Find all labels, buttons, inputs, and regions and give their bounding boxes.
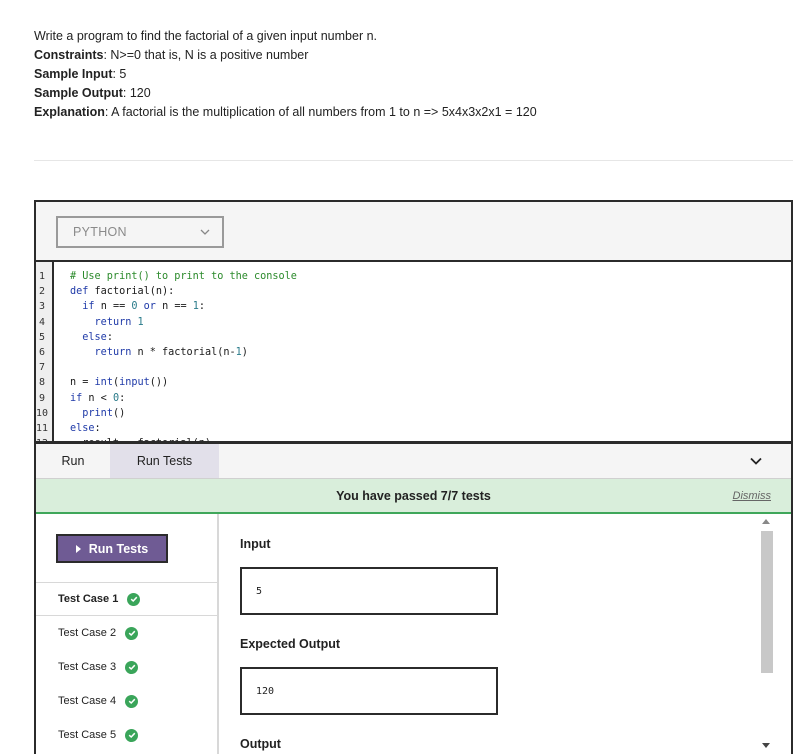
runner-tabs: Run Run Tests: [36, 444, 791, 479]
code-ide: PYTHON 1 2 3 4 5 6 7 8 9 10 11 12 # Use …: [34, 200, 793, 754]
constraints-line: Constraints: N>=0 that is, N is a positi…: [34, 46, 794, 65]
code-line[interactable]: result = factorial(n): [70, 436, 297, 441]
scrollbar-thumb[interactable]: [761, 531, 773, 673]
code-line[interactable]: return 1: [70, 315, 297, 330]
check-circle-icon: [125, 660, 139, 674]
play-icon: [75, 544, 81, 553]
line-number: 5: [39, 331, 46, 343]
check-circle-icon: [125, 626, 139, 640]
test-status-banner: You have passed 7/7 tests Dismiss: [36, 479, 791, 514]
line-number: 4: [39, 316, 46, 328]
code-content[interactable]: # Use print() to print to the console def…: [70, 269, 297, 441]
line-number-gutter: 1 2 3 4 5 6 7 8 9 10 11 12: [36, 262, 54, 441]
code-line[interactable]: if n == 0 or n == 1:: [70, 299, 297, 314]
line-number: 6: [39, 347, 46, 358]
dismiss-link[interactable]: Dismiss: [733, 490, 772, 502]
language-bar: PYTHON: [36, 202, 791, 262]
explanation-text: : A factorial is the multiplication of a…: [104, 105, 537, 119]
test-case-label: Test Case 3: [58, 661, 117, 673]
section-divider: [34, 160, 793, 161]
sample-output-text: : 120: [122, 86, 151, 100]
expected-output-box: 120: [240, 667, 498, 715]
constraints-label: Constraints: [34, 48, 104, 62]
test-case-item[interactable]: Test Case 5: [36, 718, 217, 752]
test-case-label: Test Case 2: [58, 627, 117, 639]
line-number: 9: [39, 392, 46, 404]
code-line[interactable]: print(): [70, 406, 297, 421]
input-value: 5: [256, 585, 263, 597]
test-results-panel: Run Tests Test Case 1 Test Case 2 Test C…: [36, 514, 791, 754]
check-circle-icon: [125, 694, 139, 708]
line-number: 7: [39, 362, 46, 374]
sample-output-line: Sample Output: 120: [34, 84, 794, 103]
explanation-label: Explanation: [34, 105, 105, 119]
language-select-value: PYTHON: [73, 225, 127, 239]
results-scrollbar[interactable]: [757, 514, 775, 754]
test-case-item[interactable]: Test Case 2: [36, 616, 217, 650]
line-number: 2: [39, 286, 46, 298]
code-line[interactable]: else:: [70, 330, 297, 345]
sample-input-text: : 5: [112, 67, 127, 81]
chevron-down-icon[interactable]: [749, 454, 763, 468]
sample-output-label: Sample Output: [34, 86, 123, 100]
input-value-box: 5: [240, 567, 498, 615]
run-tests-button-label: Run Tests: [88, 541, 149, 556]
line-number: 11: [36, 423, 49, 434]
expected-output-label: Expected Output: [240, 637, 341, 651]
line-number: 3: [39, 301, 46, 313]
sample-input-line: Sample Input: 5: [34, 65, 794, 84]
explanation-line: Explanation: A factorial is the multipli…: [34, 103, 794, 122]
line-number: 1: [39, 271, 46, 282]
code-editor[interactable]: 1 2 3 4 5 6 7 8 9 10 11 12 # Use print()…: [36, 262, 791, 444]
test-case-detail: Input 5 Expected Output 120 Output: [219, 514, 775, 754]
sample-input-label: Sample Input: [34, 67, 113, 81]
code-line[interactable]: def factorial(n):: [70, 284, 297, 299]
code-line[interactable]: else:: [70, 421, 297, 436]
code-line[interactable]: n = int(input()): [70, 375, 297, 390]
tab-run[interactable]: Run: [36, 444, 110, 478]
line-number: 8: [39, 377, 46, 389]
test-case-item[interactable]: Test Case 1: [36, 582, 217, 616]
problem-description: Write a program to find the factorial of…: [34, 27, 794, 122]
tab-run-tests[interactable]: Run Tests: [110, 444, 219, 478]
language-select[interactable]: PYTHON: [56, 216, 224, 248]
scroll-down-arrow[interactable]: [762, 743, 770, 748]
status-message: You have passed 7/7 tests: [336, 488, 491, 503]
line-number: 10: [36, 407, 49, 419]
check-circle-icon: [125, 728, 139, 742]
chevron-down-icon: [200, 229, 210, 235]
code-line[interactable]: ​: [70, 360, 297, 375]
scroll-up-arrow[interactable]: [762, 519, 770, 524]
test-case-item[interactable]: Test Case 4: [36, 684, 217, 718]
output-label: Output: [240, 737, 281, 751]
code-line[interactable]: return n * factorial(n-1): [70, 345, 297, 360]
code-line[interactable]: if n < 0:: [70, 391, 297, 406]
problem-statement: Write a program to find the factorial of…: [34, 29, 378, 43]
check-circle-icon: [127, 592, 141, 606]
line-number: 12: [36, 438, 49, 444]
input-label: Input: [240, 537, 271, 551]
test-case-label: Test Case 4: [58, 695, 117, 707]
code-line[interactable]: # Use print() to print to the console: [70, 269, 297, 284]
test-case-item[interactable]: Test Case 3: [36, 650, 217, 684]
test-case-label: Test Case 5: [58, 729, 117, 741]
run-tests-button[interactable]: Run Tests: [56, 534, 168, 563]
constraints-text: : N>=0 that is, N is a positive number: [103, 48, 309, 62]
test-case-list: Run Tests Test Case 1 Test Case 2 Test C…: [36, 514, 219, 754]
expected-output-value: 120: [256, 685, 275, 697]
test-case-label: Test Case 1: [58, 593, 119, 605]
